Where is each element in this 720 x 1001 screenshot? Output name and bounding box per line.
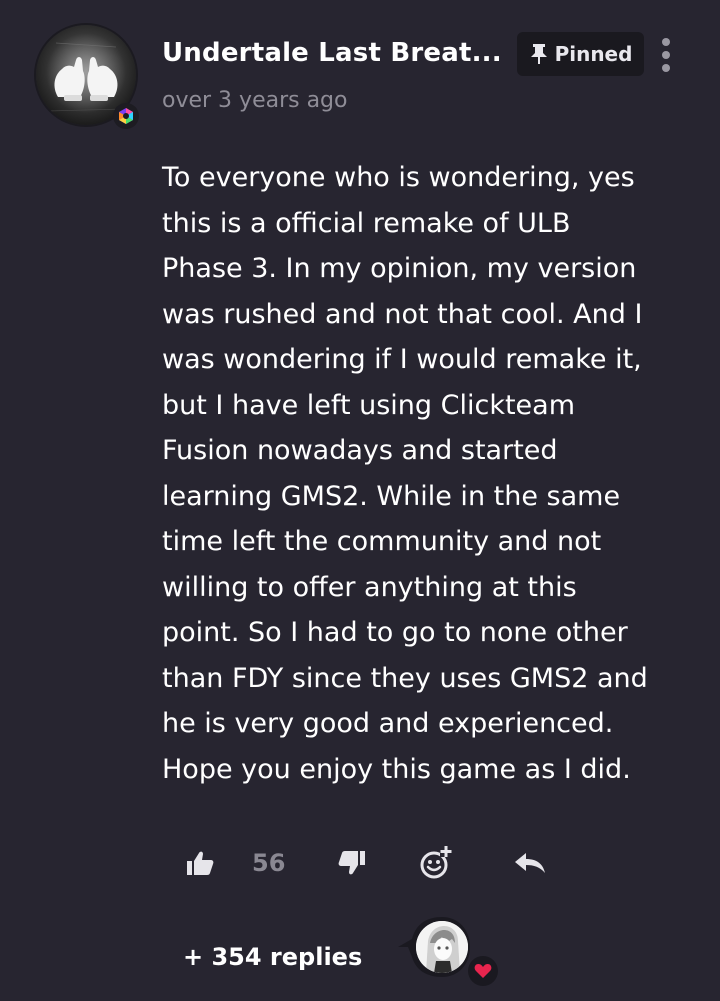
comment-line: was wondering if I would remake it, (162, 344, 642, 375)
comment-line: he is very good and experienced. (162, 708, 614, 739)
pin-icon (530, 44, 547, 64)
creator-badge-icon (113, 103, 139, 129)
dislike-button[interactable] (332, 838, 372, 888)
comment-line: point. So I had to go to none other (162, 617, 628, 648)
comment-line: To everyone who is wondering, yes (162, 162, 635, 193)
add-reaction-icon (420, 846, 452, 879)
reply-preview[interactable] (398, 913, 498, 989)
comment-line: learning GMS2. While in the same (162, 480, 621, 512)
comment-body: To everyone who is wondering, yes this i… (162, 155, 692, 792)
more-vertical-icon[interactable] (648, 33, 684, 77)
comment-line: this is a official remake of ULB (162, 207, 571, 239)
thumbs-up-icon (187, 851, 214, 875)
add-reaction-button[interactable] (414, 838, 458, 888)
thumbs-down-icon (338, 851, 365, 875)
comment-card: Undertale Last Breat... over 3 years ago… (0, 0, 720, 1001)
author-name[interactable]: Undertale Last Breat... (162, 33, 502, 73)
reply-icon (515, 853, 545, 873)
comment-line: was rushed and not that cool. And I (162, 298, 643, 330)
pinned-label: Pinned (554, 42, 633, 66)
comment-line: Hope you enjoy this game as I did. (162, 753, 631, 785)
comment-line: Phase 3. In my opinion, my version (162, 253, 637, 284)
like-button[interactable] (180, 838, 220, 888)
reply-button[interactable] (510, 838, 550, 888)
comment-line: than FDY since they uses GMS2 and (162, 662, 648, 694)
pinned-badge: Pinned (517, 32, 644, 76)
heart-badge (468, 956, 498, 986)
comment-timestamp: over 3 years ago (162, 88, 348, 113)
comment-line: time left the community and not (162, 526, 602, 557)
author-avatar-wrap[interactable] (36, 25, 140, 129)
like-count: 56 (252, 849, 286, 877)
heart-icon (474, 964, 492, 978)
comment-line: Fusion nowadays and started (162, 435, 558, 466)
replier-avatar (416, 921, 468, 973)
comment-line: willing to offer anything at this (162, 571, 577, 603)
comment-line: but I have left using Clickteam (162, 389, 576, 421)
view-replies-link[interactable]: + 354 replies (183, 938, 362, 976)
comment-actions (0, 838, 720, 888)
